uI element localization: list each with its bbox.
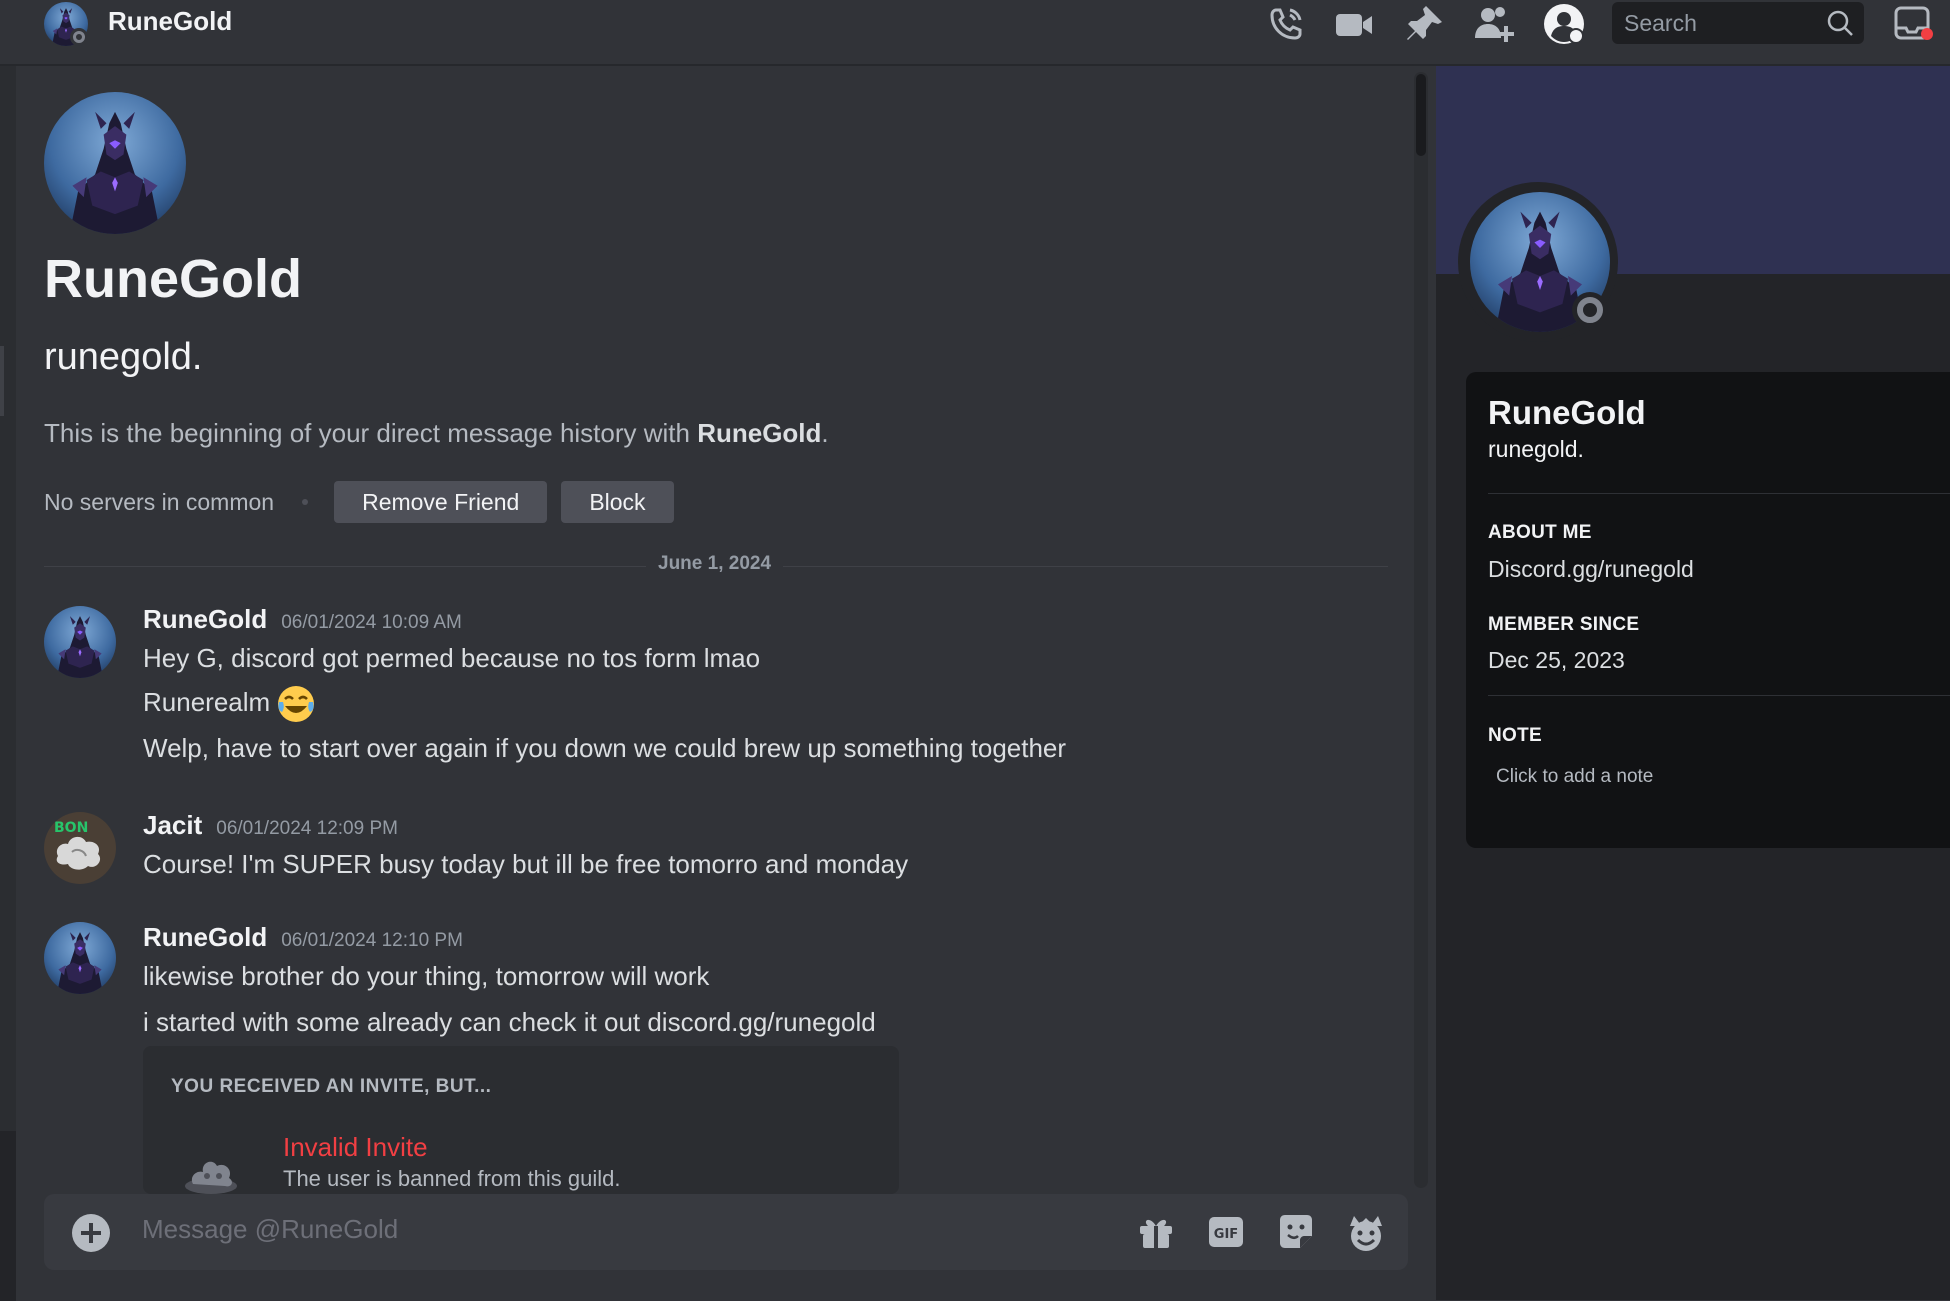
message-composer[interactable]: Message @RuneGold GIF [44, 1194, 1408, 1270]
message-text: Course! I'm SUPER busy today but ill be … [143, 849, 909, 879]
message-avatar[interactable] [44, 606, 116, 678]
message-avatar[interactable] [44, 922, 116, 994]
channel-header: RuneGold Search [0, 0, 1950, 66]
sticker-icon[interactable] [1276, 1212, 1316, 1252]
intro-display-name: RuneGold [44, 249, 302, 309]
about-me-label: ABOUT ME [1488, 522, 1592, 543]
search-icon [1826, 9, 1854, 37]
intro-username: runegold. [44, 336, 203, 378]
channel-title: RuneGold [108, 6, 233, 36]
broken-invite-icon [179, 1138, 243, 1194]
message-author[interactable]: RuneGold [143, 922, 267, 953]
profile-display-name: RuneGold [1488, 394, 1646, 431]
message-author[interactable]: RuneGold [143, 604, 267, 635]
intro-actions: No servers in common Remove Friend Block [44, 480, 688, 524]
pinned-messages-icon[interactable] [1402, 2, 1446, 46]
message-text: Hey G, discord got permed because no tos… [143, 643, 761, 673]
remove-friend-button[interactable]: Remove Friend [334, 481, 548, 523]
server-sidebar-edge [0, 66, 16, 1301]
message-header: RuneGold 06/01/2024 12:10 PM [143, 922, 463, 953]
voice-call-icon[interactable] [1264, 2, 1308, 46]
sidebar-scroll-indicator [0, 346, 4, 416]
gift-icon[interactable] [1136, 1212, 1176, 1252]
svg-text:BON: BON [54, 820, 88, 836]
intro-avatar[interactable] [44, 92, 186, 234]
add-attachment-icon[interactable] [72, 1214, 110, 1252]
intro-description-name: RuneGold [697, 418, 822, 448]
message-text: likewise brother do your thing, tomorrow… [143, 961, 710, 991]
message-text-with-emoji: Runerealm [143, 684, 316, 724]
message-timestamp: 06/01/2024 12:10 PM [281, 930, 463, 951]
message-input[interactable]: Message @RuneGold [142, 1214, 398, 1245]
block-button[interactable]: Block [561, 481, 674, 523]
search-placeholder: Search [1624, 10, 1697, 36]
message-text: i started with some already can check it… [143, 1007, 876, 1037]
profile-divider [1488, 493, 1950, 494]
intro-description: This is the beginning of your direct mes… [44, 418, 829, 448]
profile-username: runegold. [1488, 436, 1584, 462]
joy-emoji-icon[interactable] [276, 684, 316, 724]
message-text: Runerealm [143, 686, 271, 717]
scrollbar-thumb[interactable] [1416, 74, 1426, 156]
message-author[interactable]: Jacit [143, 810, 202, 841]
user-panel-edge [0, 1131, 16, 1301]
invite-name: Invalid Invite [283, 1132, 428, 1162]
member-since-value: Dec 25, 2023 [1488, 647, 1625, 673]
message-timestamp: 06/01/2024 12:09 PM [216, 818, 398, 839]
message-timestamp: 06/01/2024 10:09 AM [281, 612, 462, 633]
svg-text:GIF: GIF [1214, 1227, 1238, 1242]
inbox-icon[interactable] [1894, 2, 1934, 46]
scrollbar-track[interactable] [1414, 72, 1428, 1188]
message-header: RuneGold 06/01/2024 10:09 AM [143, 604, 462, 635]
gif-icon[interactable]: GIF [1206, 1212, 1246, 1252]
search-input[interactable]: Search [1612, 2, 1864, 44]
user-profile-icon[interactable] [1542, 2, 1586, 46]
profile-divider [1488, 695, 1950, 696]
user-profile-panel: RuneGold runegold. ABOUT ME Discord.gg/r… [1436, 66, 1950, 1300]
message-avatar[interactable]: BON [44, 812, 116, 884]
add-friends-icon[interactable] [1472, 2, 1516, 46]
offline-status-icon [70, 28, 88, 46]
member-since-label: MEMBER SINCE [1488, 614, 1640, 635]
about-me-value[interactable]: Discord.gg/runegold [1488, 556, 1694, 583]
video-call-icon[interactable] [1332, 2, 1376, 46]
message-text: Welp, have to start over again if you do… [143, 733, 1067, 763]
invite-embed: YOU RECEIVED AN INVITE, BUT... Invalid I… [143, 1046, 899, 1194]
offline-status-icon [1572, 292, 1608, 328]
mutual-servers-text: No servers in common [44, 488, 275, 515]
date-divider-label: June 1, 2024 [646, 553, 784, 575]
note-label: NOTE [1488, 725, 1542, 746]
emoji-icon[interactable] [1346, 1212, 1386, 1252]
profile-card: RuneGold runegold. ABOUT ME Discord.gg/r… [1466, 372, 1950, 848]
invite-description: The user is banned from this guild. [283, 1166, 621, 1191]
separator-dot [302, 499, 309, 505]
message-header: Jacit 06/01/2024 12:09 PM [143, 810, 398, 841]
invite-embed-title: YOU RECEIVED AN INVITE, BUT... [171, 1076, 492, 1097]
note-input[interactable]: Click to add a note [1496, 766, 1653, 788]
